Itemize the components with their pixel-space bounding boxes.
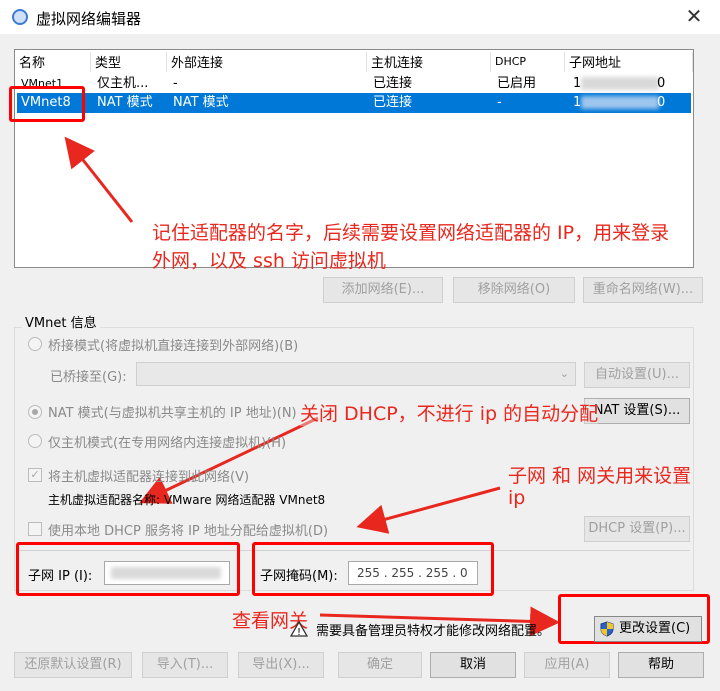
annotation-dhcp: 关闭 DHCP，不进行 ip 的自动分配 bbox=[300, 399, 599, 426]
redacted-subnet-ip bbox=[111, 567, 221, 579]
restore-defaults-button[interactable]: 还原默认设置(R) bbox=[14, 652, 132, 678]
uac-shield-icon bbox=[600, 621, 614, 637]
remove-network-button[interactable]: 移除网络(O) bbox=[453, 277, 575, 303]
use-dhcp-checkbox[interactable] bbox=[28, 522, 42, 536]
help-button[interactable]: 帮助 bbox=[618, 652, 704, 678]
annotation-subnet-line1: 子网 和 网关用来设置 bbox=[508, 465, 692, 487]
ok-button[interactable]: 确定 bbox=[338, 652, 422, 678]
change-settings-button[interactable]: 更改设置(C) bbox=[594, 616, 702, 642]
import-button[interactable]: 导入(T)... bbox=[142, 652, 228, 678]
nat-settings-button[interactable]: NAT 设置(S)... bbox=[584, 398, 690, 424]
auto-settings-button[interactable]: 自动设置(U)... bbox=[584, 362, 690, 388]
subnet-mask-label: 子网掩码(M): bbox=[260, 569, 338, 584]
dhcp-settings-button[interactable]: DHCP 设置(P)... bbox=[584, 516, 690, 542]
nat-label: NAT 模式(与虚拟机共享主机的 IP 地址)(N) bbox=[48, 406, 297, 421]
connect-adapter-checkbox[interactable]: ✓ bbox=[28, 468, 42, 482]
annotation-subnet-line2: ip bbox=[508, 487, 526, 509]
annotation-adapter-line2: 外网，以及 ssh 访问虚拟机 bbox=[152, 250, 386, 272]
host-only-radio[interactable] bbox=[28, 434, 42, 448]
bridged-to-label: 已桥接至(G): bbox=[50, 370, 127, 385]
rename-network-button[interactable]: 重命名网络(W)... bbox=[583, 277, 703, 303]
annotation-adapter-line1: 记住适配器的名字，后续需要设置网络适配器的 IP，用来登录 bbox=[152, 222, 670, 244]
export-button[interactable]: 导出(X)... bbox=[238, 652, 324, 678]
chevron-down-icon: ⌄ bbox=[559, 367, 569, 380]
nat-radio[interactable] bbox=[28, 405, 42, 419]
bridged-radio[interactable] bbox=[28, 337, 42, 351]
apply-button[interactable]: 应用(A) bbox=[524, 652, 610, 678]
vmnet-info-label: VMnet 信息 bbox=[22, 312, 100, 331]
subnet-ip-label: 子网 IP (I): bbox=[28, 569, 93, 584]
subnet-ip-field[interactable] bbox=[104, 561, 230, 585]
add-network-button[interactable]: 添加网络(E)... bbox=[323, 277, 443, 303]
change-settings-label: 更改设置(C) bbox=[619, 621, 691, 636]
admin-warning-text: 需要具备管理员特权才能修改网络配置。 bbox=[316, 624, 551, 639]
use-dhcp-label: 使用本地 DHCP 服务将 IP 地址分配给虚拟机(D) bbox=[48, 524, 329, 539]
svg-text:!: ! bbox=[297, 627, 301, 637]
bridged-label: 桥接模式(将虚拟机直接连接到外部网络)(B) bbox=[48, 339, 299, 354]
subnet-mask-field[interactable]: 255 . 255 . 255 . 0 bbox=[348, 561, 478, 585]
connect-adapter-label: 将主机虚拟适配器连接到此网络(V) bbox=[48, 470, 250, 485]
warning-icon: ! bbox=[290, 621, 308, 637]
host-only-label: 仅主机模式(在专用网络内连接虚拟机)(H) bbox=[48, 436, 287, 451]
bridged-to-select[interactable]: ⌄ bbox=[136, 362, 576, 386]
cancel-button[interactable]: 取消 bbox=[430, 652, 516, 678]
adapter-name-text: 主机虚拟适配器名称: VMware 网络适配器 VMnet8 bbox=[48, 493, 326, 507]
